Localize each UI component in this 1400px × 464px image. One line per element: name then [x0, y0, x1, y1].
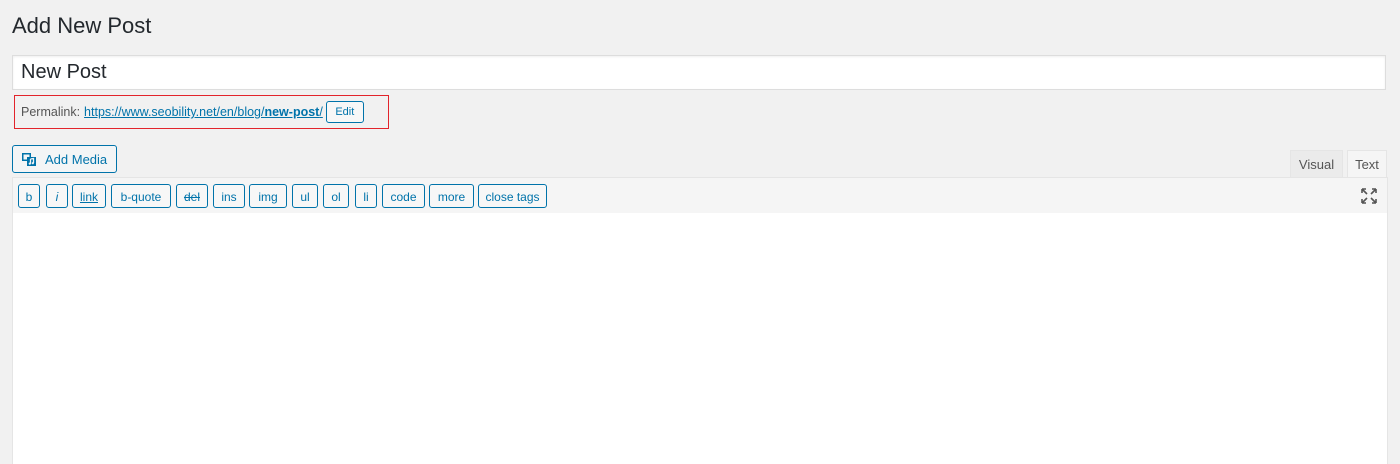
post-title-input[interactable]	[12, 55, 1386, 90]
add-media-label: Add Media	[45, 151, 108, 167]
permalink-slug: new-post	[264, 105, 320, 119]
quicktag-link-button[interactable]: link	[72, 184, 106, 208]
tab-text[interactable]: Text	[1347, 150, 1387, 178]
edit-permalink-button[interactable]: Edit	[325, 101, 364, 123]
quicktags-toolbar: b i link b-quote del ins img ul ol li co…	[12, 177, 1388, 214]
permalink-base-url: https://www.seobility.net/en/blog/	[84, 105, 265, 119]
permalink-trailing: /	[319, 105, 323, 119]
quicktag-del-button[interactable]: del	[176, 184, 208, 208]
quicktag-ul-button[interactable]: ul	[292, 184, 318, 208]
quicktag-code-button[interactable]: code	[382, 184, 425, 208]
quicktag-img-button[interactable]: img	[249, 184, 287, 208]
quicktag-close-tags-button[interactable]: close tags	[478, 184, 547, 208]
tab-visual[interactable]: Visual	[1290, 150, 1343, 178]
quicktag-ol-button[interactable]: ol	[323, 184, 349, 208]
editor-page: Add New Post Permalink: https://www.seob…	[0, 0, 1400, 464]
quicktag-bquote-button[interactable]: b-quote	[111, 184, 171, 208]
post-content-textarea[interactable]	[12, 213, 1388, 464]
add-media-icon	[22, 153, 36, 166]
quicktag-li-button[interactable]: li	[355, 184, 377, 208]
permalink-box: Permalink: https://www.seobility.net/en/…	[14, 95, 389, 129]
permalink-label: Permalink:	[21, 105, 81, 119]
permalink-link[interactable]: https://www.seobility.net/en/blog/new-po…	[84, 105, 323, 119]
quicktag-ins-button[interactable]: ins	[213, 184, 245, 208]
add-media-button[interactable]: Add Media	[12, 145, 117, 173]
quicktag-i-button[interactable]: i	[46, 184, 68, 208]
quicktag-more-button[interactable]: more	[429, 184, 474, 208]
page-title: Add New Post	[12, 13, 152, 38]
quicktag-b-button[interactable]: b	[18, 184, 40, 208]
fullscreen-icon[interactable]	[1361, 188, 1377, 204]
